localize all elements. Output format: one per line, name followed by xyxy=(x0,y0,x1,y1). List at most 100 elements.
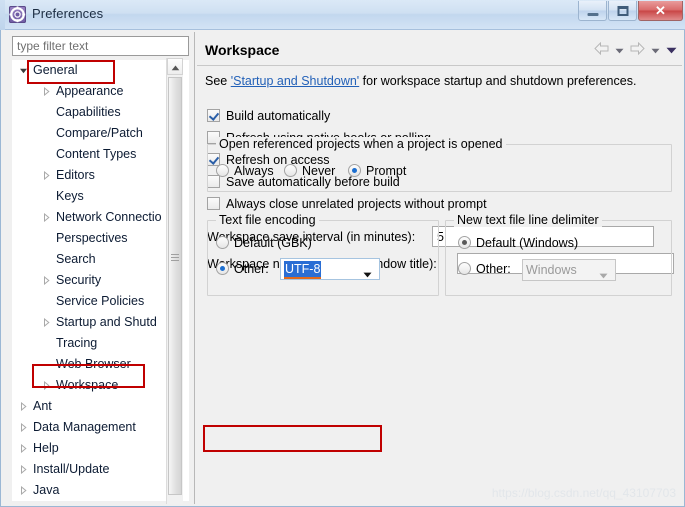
view-menu-chevron-down-filled-icon[interactable] xyxy=(666,43,677,57)
forward-arrow-icon[interactable] xyxy=(630,41,645,58)
tree-item-keys[interactable]: Keys xyxy=(12,186,189,207)
tree-item-label: General xyxy=(33,63,78,77)
tree-item-tracing[interactable]: Tracing xyxy=(12,333,189,354)
back-arrow-icon[interactable] xyxy=(594,41,609,58)
tree-collapsed-arrow-icon[interactable] xyxy=(42,213,51,222)
window-title: Preferences xyxy=(32,6,104,21)
startup-and-shutdown-link[interactable]: 'Startup and Shutdown' xyxy=(231,74,359,88)
tree-item-label: Keys xyxy=(56,189,84,203)
radio-open-prompt-label: Prompt xyxy=(366,164,407,178)
maximize-icon xyxy=(617,5,628,16)
preferences-gear-icon xyxy=(9,6,26,23)
tree-item-search[interactable]: Search xyxy=(12,249,189,270)
tree-collapsed-arrow-icon[interactable] xyxy=(19,402,28,411)
tree-item-data-management[interactable]: Data Management xyxy=(12,417,189,438)
delimiter-combo-chevron-down-icon xyxy=(599,268,608,282)
tree-item-appearance[interactable]: Appearance xyxy=(12,81,189,102)
page-title: Workspace xyxy=(205,42,280,58)
title-bar-left-edge xyxy=(0,0,5,30)
scroll-up-button[interactable] xyxy=(167,58,183,75)
tree-item-web-browser[interactable]: Web Browser xyxy=(12,354,189,375)
radio-encoding-other-label: Other: xyxy=(234,262,269,276)
tree-item-label: Compare/Patch xyxy=(56,126,143,140)
tree-item-service-policies[interactable]: Service Policies xyxy=(12,291,189,312)
tree-item-network-connectio[interactable]: Network Connectio xyxy=(12,207,189,228)
radio-open-always-indicator xyxy=(216,164,229,177)
checkbox-always-close-unrelated-projects-without-prompt[interactable]: Always close unrelated projects without … xyxy=(207,194,487,214)
tree-collapsed-arrow-icon[interactable] xyxy=(42,318,51,327)
tree-item-general[interactable]: General xyxy=(12,60,189,81)
radio-delimiter-default-label: Default (Windows) xyxy=(476,236,579,250)
filter-input[interactable] xyxy=(12,36,189,56)
page-navigation xyxy=(594,41,677,58)
radio-open-never[interactable]: Never xyxy=(284,161,335,181)
minimize-button[interactable] xyxy=(578,1,607,21)
tree-item-label: Service Policies xyxy=(56,294,145,308)
tree-item-java[interactable]: Java xyxy=(12,480,189,501)
tree-item-label: Search xyxy=(56,252,96,266)
tree-collapsed-arrow-icon[interactable] xyxy=(42,381,51,390)
tree-collapsed-arrow-icon[interactable] xyxy=(19,423,28,432)
window-controls: ✕ xyxy=(577,1,683,21)
tree-collapsed-arrow-icon[interactable] xyxy=(42,87,51,96)
forward-menu-chevron-down-icon[interactable] xyxy=(651,43,660,57)
tree-item-label: Java xyxy=(33,483,60,497)
tree-item-workspace[interactable]: Workspace xyxy=(12,375,189,396)
title-bar[interactable]: Preferences ✕ xyxy=(0,0,685,30)
checkbox-build-automatically[interactable]: Build automatically xyxy=(207,106,330,126)
tree-item-label: Appearance xyxy=(56,84,124,98)
tree-item-startup-and-shutd[interactable]: Startup and Shutd xyxy=(12,312,189,333)
tree-item-label: Web Browser xyxy=(56,357,131,371)
tree-collapsed-arrow-icon[interactable] xyxy=(19,465,28,474)
tree-item-install-update[interactable]: Install/Update xyxy=(12,459,189,480)
tree-scrollbar[interactable] xyxy=(166,58,183,504)
radio-open-never-label: Never xyxy=(302,164,336,178)
checkbox-indicator xyxy=(207,109,220,122)
radio-open-always[interactable]: Always xyxy=(216,161,274,181)
tree-expanded-arrow-icon[interactable] xyxy=(19,66,28,75)
pane-divider[interactable] xyxy=(194,32,195,504)
tree-item-label: Network Connectio xyxy=(56,210,162,224)
open-referenced-projects-group-title: Open referenced projects when a project … xyxy=(216,137,506,151)
tree-item-help[interactable]: Help xyxy=(12,438,189,459)
tree-item-label: Content Types xyxy=(56,147,137,161)
tree-item-security[interactable]: Security xyxy=(12,270,189,291)
radio-delimiter-other[interactable]: Other: xyxy=(458,259,511,279)
radio-open-prompt[interactable]: Prompt xyxy=(348,161,406,181)
radio-encoding-default[interactable]: Default (GBK) xyxy=(216,233,312,253)
tree-item-capabilities[interactable]: Capabilities xyxy=(12,102,189,123)
tree-collapsed-arrow-icon[interactable] xyxy=(42,276,51,285)
scroll-thumb[interactable] xyxy=(168,77,182,495)
close-icon: ✕ xyxy=(655,2,666,18)
preference-tree[interactable]: General Appearance Capabilities Compare/Pat… xyxy=(12,60,189,501)
tree-collapsed-arrow-icon[interactable] xyxy=(19,486,28,495)
radio-encoding-other[interactable]: Other: xyxy=(216,259,269,279)
maximize-button[interactable] xyxy=(608,1,637,21)
radio-delimiter-other-indicator xyxy=(458,262,471,275)
line-delimiter-group-title: New text file line delimiter xyxy=(454,213,602,227)
tree-item-content-types[interactable]: Content Types xyxy=(12,144,189,165)
encoding-combo-chevron-down-icon[interactable] xyxy=(363,267,372,281)
back-menu-chevron-down-icon[interactable] xyxy=(615,43,624,57)
checkbox-label: Always close unrelated projects without … xyxy=(226,197,487,211)
tree-collapsed-arrow-icon[interactable] xyxy=(42,171,51,180)
close-button[interactable]: ✕ xyxy=(638,1,683,21)
tree-item-label: Ant xyxy=(33,399,52,413)
tree-item-ant[interactable]: Ant xyxy=(12,396,189,417)
intro-prefix: See xyxy=(205,74,231,88)
tree-item-label: Workspace xyxy=(56,378,119,392)
radio-delimiter-default[interactable]: Default (Windows) xyxy=(458,233,578,253)
tree-item-label: Data Management xyxy=(33,420,136,434)
tree-collapsed-arrow-icon[interactable] xyxy=(19,444,28,453)
checkbox-indicator xyxy=(207,197,220,210)
tree-item-label: Security xyxy=(56,273,102,287)
tree-item-editors[interactable]: Editors xyxy=(12,165,189,186)
tree-item-perspectives[interactable]: Perspectives xyxy=(12,228,189,249)
tree-item-compare-patch[interactable]: Compare/Patch xyxy=(12,123,189,144)
radio-open-always-label: Always xyxy=(234,164,274,178)
workspace-preference-page: Workspace See 'Startup and Shutdown' for… xyxy=(197,32,682,504)
encoding-combo[interactable]: UTF-8 xyxy=(280,258,380,280)
dialog-body: General Appearance Capabilities Compare/Pat… xyxy=(1,30,684,506)
encoding-combo-value: UTF-8 xyxy=(284,261,322,279)
open-referenced-projects-group: Open referenced projects when a project … xyxy=(207,137,672,192)
